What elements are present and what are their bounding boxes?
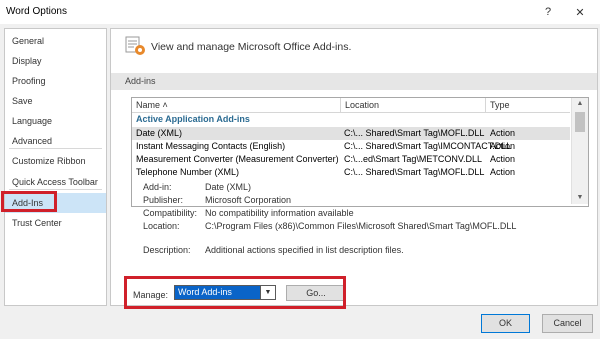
sidebar-item-save[interactable]: Save <box>5 91 106 111</box>
column-name[interactable]: Name ˄ <box>132 99 340 111</box>
row-location: C:\... Shared\Smart Tag\IMCONTACT.DLL <box>344 141 512 151</box>
cancel-button[interactable]: Cancel <box>542 314 593 333</box>
table-row[interactable]: Measurement Converter (Measurement Conve… <box>132 153 570 166</box>
panel-heading: View and manage Microsoft Office Add-ins… <box>151 41 352 53</box>
detail-label-addin: Add-in: <box>143 182 172 192</box>
sidebar-divider <box>9 148 102 149</box>
title-bar: Word Options ? ✕ <box>0 0 600 24</box>
row-name: Instant Messaging Contacts (English) <box>136 141 286 151</box>
highlight-manage <box>124 276 346 309</box>
sidebar-item-display[interactable]: Display <box>5 51 106 71</box>
section-label: Add-ins <box>111 73 597 90</box>
detail-value-location: C:\Program Files (x86)\Common Files\Micr… <box>205 221 517 231</box>
detail-value-addin: Date (XML) <box>205 182 252 192</box>
column-location[interactable]: Location <box>341 99 485 111</box>
highlight-add-ins <box>1 191 57 212</box>
scroll-up-icon[interactable]: ▲ <box>572 98 588 110</box>
row-type: Action <box>490 167 516 177</box>
row-location: C:\... Shared\Smart Tag\MOFL.DLL <box>344 167 485 177</box>
gear-addins-icon <box>125 35 147 57</box>
row-type: Action <box>490 128 516 138</box>
sidebar-divider <box>9 189 102 190</box>
row-name: Date (XML) <box>136 128 183 138</box>
row-name: Measurement Converter (Measurement Conve… <box>136 154 339 164</box>
sidebar-item-general[interactable]: General <box>5 31 106 51</box>
window-title: Word Options <box>6 6 67 17</box>
sidebar-item-trust-center[interactable]: Trust Center <box>5 213 106 233</box>
row-name: Telephone Number (XML) <box>136 167 240 177</box>
detail-label-compatibility: Compatibility: <box>143 208 198 218</box>
table-header: Name ˄ Location Type <box>132 98 570 113</box>
detail-value-description: Additional actions specified in list des… <box>205 245 404 255</box>
sidebar-item-language[interactable]: Language <box>5 111 106 131</box>
ok-button[interactable]: OK <box>481 314 530 333</box>
group-header: Active Application Add-ins <box>136 114 250 124</box>
scroll-down-icon[interactable]: ▼ <box>572 192 588 204</box>
detail-label-description: Description: <box>143 245 191 255</box>
sidebar-item-customize-ribbon[interactable]: Customize Ribbon <box>5 151 106 171</box>
detail-value-publisher: Microsoft Corporation <box>205 195 292 205</box>
row-type: Action <box>490 141 516 151</box>
detail-value-compatibility: No compatibility information available <box>205 208 354 218</box>
addins-table: Name ˄ Location Type Active Application … <box>131 97 589 207</box>
table-row[interactable]: Date (XML) C:\... Shared\Smart Tag\MOFL.… <box>132 127 570 140</box>
column-type[interactable]: Type <box>486 99 570 111</box>
addins-panel: View and manage Microsoft Office Add-ins… <box>110 28 598 306</box>
detail-label-location: Location: <box>143 221 180 231</box>
row-location: C:\...ed\Smart Tag\METCONV.DLL <box>344 154 483 164</box>
detail-label-publisher: Publisher: <box>143 195 184 205</box>
scroll-thumb[interactable] <box>575 112 585 132</box>
table-row[interactable]: Instant Messaging Contacts (English) C:\… <box>132 140 570 153</box>
table-row[interactable]: Telephone Number (XML) C:\... Shared\Sma… <box>132 166 570 179</box>
close-button[interactable]: ✕ <box>567 2 593 22</box>
options-sidebar: General Display Proofing Save Language A… <box>4 28 107 306</box>
row-type: Action <box>490 154 516 164</box>
sidebar-item-proofing[interactable]: Proofing <box>5 71 106 91</box>
row-location: C:\... Shared\Smart Tag\MOFL.DLL <box>344 128 485 138</box>
table-scrollbar[interactable]: ▲ ▼ <box>571 98 588 204</box>
help-button[interactable]: ? <box>535 2 561 22</box>
